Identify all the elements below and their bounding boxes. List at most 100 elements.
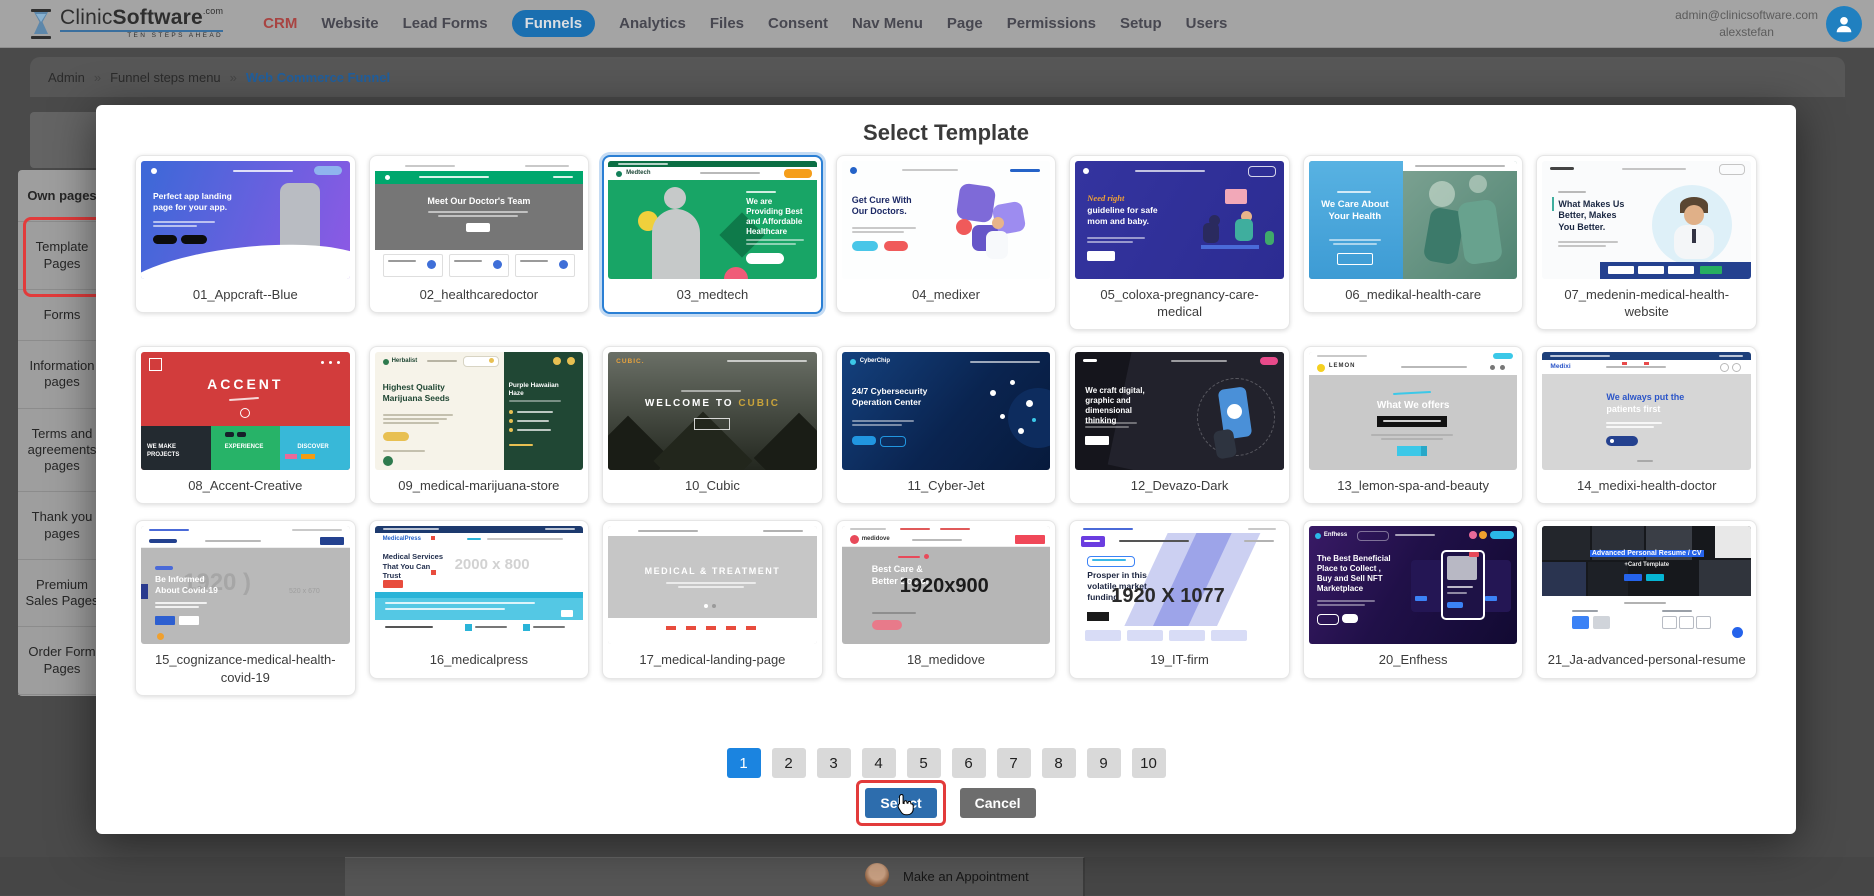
template-name: 21_Ja-advanced-personal-resume (1542, 644, 1751, 677)
sidebar-item-order-form-pages[interactable]: Order Form Pages (18, 627, 106, 695)
template-thumbnail: MedicalPress Medical Services That You C… (375, 526, 584, 644)
thumb-brand: CUBIC. (616, 358, 644, 366)
clinicsoftware-logo[interactable]: ClinicSoftware.com TEN STEPS AHEAD (28, 7, 223, 40)
template-card[interactable]: LEMON What We offers 13_lemon-spa-and-be… (1303, 346, 1524, 504)
template-card[interactable]: CUBIC. WELCOME TO CUBIC 10_Cubic (602, 346, 823, 504)
template-thumbnail: We craft digital, graphic and dimensiona… (1075, 352, 1284, 470)
breadcrumb-admin[interactable]: Admin (48, 70, 85, 85)
nav-item-consent[interactable]: Consent (768, 15, 828, 32)
page-button-4[interactable]: 4 (862, 748, 896, 778)
template-thumbnail: We Care About Your Health (1309, 161, 1518, 279)
breadcrumb-current-page: Web Commerce Funnel (246, 70, 390, 85)
template-name: 07_medenin-medical-health-website (1542, 279, 1751, 329)
template-name: 08_Accent-Creative (141, 470, 350, 503)
template-card[interactable]: Medixi We always put the patients first … (1536, 346, 1757, 504)
nav-item-page[interactable]: Page (947, 15, 983, 32)
template-name: 16_medicalpress (375, 644, 584, 677)
template-name: 04_medixer (842, 279, 1051, 312)
template-card[interactable]: medidove Best Care & Better Doctor 1920x… (836, 520, 1057, 678)
page-button-9[interactable]: 9 (1087, 748, 1121, 778)
template-thumbnail: Medtech We are Providing Best and Afford… (608, 161, 817, 279)
template-card[interactable]: Need right guideline for safe mom and ba… (1069, 155, 1290, 330)
template-thumbnail: LEMON What We offers (1309, 352, 1518, 470)
template-card[interactable]: Enfhess The Best Beneficial Place to Col… (1303, 520, 1524, 678)
template-card[interactable]: Meet Our Doctor's Team 02_healthcaredoct… (369, 155, 590, 313)
template-name: 05_coloxa-pregnancy-care-medical (1075, 279, 1284, 329)
top-navigation-bar: ClinicSoftware.com TEN STEPS AHEAD CRM W… (0, 0, 1874, 48)
user-account[interactable]: admin@clinicsoftware.com alexstefan (1675, 6, 1862, 42)
template-thumbnail: 1920 ) Be Informed About Covid-19 520 x … (141, 526, 350, 644)
template-thumbnail: What Makes Us Better, Makes You Better. (1542, 161, 1751, 279)
sidebar-item-premium-sales-pages[interactable]: Premium Sales Pages (18, 560, 106, 628)
template-card[interactable]: MEDICAL & TREATMENT 17_medical-landing-p… (602, 520, 823, 678)
breadcrumb-funnel-steps-menu[interactable]: Funnel steps menu (110, 70, 221, 85)
nav-item-crm[interactable]: CRM (263, 15, 297, 32)
template-card[interactable]: We craft digital, graphic and dimensiona… (1069, 346, 1290, 504)
thumb-watermark: 2000 x 800 (455, 556, 530, 575)
template-name: 13_lemon-spa-and-beauty (1309, 470, 1518, 503)
thumb-brand: Medtech (626, 170, 650, 178)
template-name: 02_healthcaredoctor (375, 279, 584, 312)
nav-item-lead-forms[interactable]: Lead Forms (403, 15, 488, 32)
page-button-7[interactable]: 7 (997, 748, 1031, 778)
template-card[interactable]: 1920 ) Be Informed About Covid-19 520 x … (135, 520, 356, 695)
nav-item-users[interactable]: Users (1186, 15, 1228, 32)
template-card[interactable]: CyberChip 24/7 Cybersecurity Operation C… (836, 346, 1057, 504)
thumb-size-label: 520 x 670 (289, 588, 320, 597)
thumb-brand: CyberChip (860, 358, 890, 366)
row-text: Make an Appointment (903, 869, 1029, 884)
thumb-brand: Herbalist (392, 358, 418, 366)
nav-item-files[interactable]: Files (710, 15, 744, 32)
user-name: alexstefan (1675, 24, 1818, 40)
template-card-selected[interactable]: Medtech We are Providing Best and Afford… (602, 155, 823, 314)
sidebar-item-template-pages[interactable]: Template Pages (18, 222, 106, 290)
thumb-watermark: 1920 X 1077 (1111, 584, 1224, 609)
template-card[interactable]: Herbalist Highest Quality Marijuana Seed… (369, 346, 590, 504)
thumb-brand: Medixi (1550, 363, 1570, 371)
cancel-button[interactable]: Cancel (960, 788, 1036, 818)
page-button-3[interactable]: 3 (817, 748, 851, 778)
template-card[interactable]: MedicalPress Medical Services That You C… (369, 520, 590, 678)
mouse-cursor-icon (895, 793, 915, 817)
page-button-6[interactable]: 6 (952, 748, 986, 778)
modal-actions: Select Cancel (96, 780, 1796, 826)
sidebar-item-own-pages[interactable]: Own pages (18, 171, 106, 222)
page-button-5[interactable]: 5 (907, 748, 941, 778)
template-card[interactable]: Prosper in this volatile market funding … (1069, 520, 1290, 678)
template-name: 06_medikal-health-care (1309, 279, 1518, 312)
sidebar-item-information-pages[interactable]: Information pages (18, 341, 106, 409)
template-thumbnail: Meet Our Doctor's Team (375, 161, 584, 279)
page-button-8[interactable]: 8 (1042, 748, 1076, 778)
template-card[interactable]: Advanced Personal Resume / CV +Card Temp… (1536, 520, 1757, 678)
template-name: 03_medtech (608, 279, 817, 312)
main-nav: CRM Website Lead Forms Funnels Analytics… (263, 10, 1227, 37)
template-thumbnail: ACCENT WE MAKE PROJECTS EXPERIENCE DISCO… (141, 352, 350, 470)
sidebar-item-terms-pages[interactable]: Terms and agreements pages (18, 409, 106, 493)
page-button-2[interactable]: 2 (772, 748, 806, 778)
template-name: 20_Enfhess (1309, 644, 1518, 677)
nav-item-setup[interactable]: Setup (1120, 15, 1162, 32)
sidebar-item-thank-you-pages[interactable]: Thank you pages (18, 492, 106, 560)
sidebar-item-forms[interactable]: Forms (18, 290, 106, 341)
page-button-1[interactable]: 1 (727, 748, 761, 778)
template-name: 14_medixi-health-doctor (1542, 470, 1751, 503)
template-card[interactable]: ACCENT WE MAKE PROJECTS EXPERIENCE DISCO… (135, 346, 356, 504)
nav-item-analytics[interactable]: Analytics (619, 15, 686, 32)
template-card[interactable]: We Care About Your Health 06_medikal-hea… (1303, 155, 1524, 313)
nav-item-permissions[interactable]: Permissions (1007, 15, 1096, 32)
nav-item-website[interactable]: Website (321, 15, 378, 32)
template-thumbnail: medidove Best Care & Better Doctor 1920x… (842, 526, 1051, 644)
user-avatar-icon[interactable] (1826, 6, 1862, 42)
nav-item-funnels[interactable]: Funnels (512, 10, 596, 37)
template-card[interactable]: Perfect app landing page for your app. 0… (135, 155, 356, 313)
thumb-brand: medidove (862, 536, 890, 544)
app-store-button (153, 235, 177, 244)
page-button-10[interactable]: 10 (1132, 748, 1166, 778)
nav-item-nav-menu[interactable]: Nav Menu (852, 15, 923, 32)
template-card[interactable]: Get Cure With Our Doctors. 04_medixer (836, 155, 1057, 313)
template-name: 09_medical-marijuana-store (375, 470, 584, 503)
thumb-brand: Enfhess (1324, 532, 1347, 540)
template-card[interactable]: What Makes Us Better, Makes You Better. … (1536, 155, 1757, 330)
template-name: 11_Cyber-Jet (842, 470, 1051, 503)
template-thumbnail: Advanced Personal Resume / CV +Card Temp… (1542, 526, 1751, 644)
